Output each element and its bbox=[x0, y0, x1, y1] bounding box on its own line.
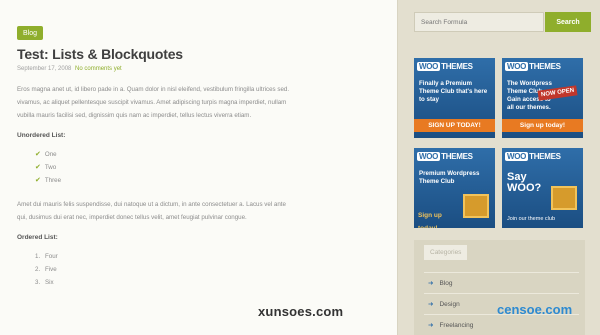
woothemes-logo: WOO THEMES bbox=[505, 152, 561, 161]
ad-text: Say WOO? bbox=[507, 171, 542, 194]
middle-paragraph: Amet dui mauris felis suspendisse, dui n… bbox=[17, 198, 383, 224]
categories-widget: Categories ➜ Blog ➜ Design ➜ Freelancing bbox=[414, 240, 585, 335]
watermark-right: censoe.com bbox=[497, 302, 573, 317]
intro-line: Eros magna anet ut, id libero pade in a.… bbox=[17, 86, 290, 93]
category-tag[interactable]: Blog bbox=[17, 26, 44, 40]
search-form: Search bbox=[414, 12, 591, 32]
list-item: 1. Four bbox=[35, 253, 58, 260]
middle-line: qui, dusimus dui erat nec, imperdiet don… bbox=[17, 214, 247, 221]
woothemes-ad-2[interactable]: WOO THEMES The Wordpress Theme Club Gain … bbox=[502, 58, 583, 138]
list-item: ✔ Two bbox=[35, 164, 57, 171]
ad-signup-link: Sign up today! bbox=[418, 212, 442, 228]
search-button[interactable]: Search bbox=[545, 12, 591, 32]
post-meta: September 17, 2008 No comments yet bbox=[17, 66, 383, 72]
woothemes-logo: WOO THEMES bbox=[417, 62, 473, 71]
list-item: ✔ One bbox=[35, 151, 57, 158]
intro-line: vubilla mauris facilisi sed, dignissim q… bbox=[17, 112, 252, 119]
watermark-left: xunsoes.com bbox=[258, 304, 344, 319]
post-title[interactable]: Test: Lists & Blockquotes bbox=[17, 46, 383, 62]
woothemes-ad-1[interactable]: WOO THEMES Finally a Premium Theme Club t… bbox=[414, 58, 495, 138]
ad-signup-bar: Sign up today! bbox=[502, 119, 583, 132]
ad-footer: Join our theme club bbox=[507, 216, 555, 222]
list-item: ✔ Three bbox=[35, 177, 62, 184]
category-item[interactable]: ➜ Blog bbox=[424, 272, 579, 293]
ad-text: Finally a Premium Theme Club that's here… bbox=[419, 80, 488, 103]
post-content: Blog Test: Lists & Blockquotes September… bbox=[0, 0, 398, 335]
package-icon bbox=[551, 186, 577, 210]
comments-link[interactable]: No comments yet bbox=[75, 66, 122, 72]
middle-line: Amet dui mauris felis suspendisse, dui n… bbox=[17, 201, 286, 208]
ad-text: Premium Wordpress Theme Club bbox=[419, 170, 480, 185]
unordered-list: ✔ One ✔ Two ✔ Three bbox=[35, 148, 383, 187]
category-item[interactable]: ➜ Freelancing bbox=[424, 314, 579, 335]
intro-paragraph: Eros magna anet ut, id libero pade in a.… bbox=[17, 83, 383, 122]
woothemes-logo: WOO THEMES bbox=[505, 62, 561, 71]
check-icon: ✔ bbox=[35, 177, 41, 184]
sidebar: Search WOOTHEMES Finally a Premium Theme… bbox=[404, 0, 600, 335]
categories-heading: Categories bbox=[424, 245, 468, 260]
ordered-list-heading: Ordered List: bbox=[17, 234, 58, 241]
intro-line: vivamus, ac aliquet pellentesque suscipi… bbox=[17, 99, 287, 106]
package-icon bbox=[463, 194, 489, 218]
check-icon: ✔ bbox=[35, 151, 41, 158]
woothemes-logo: WOO THEMES bbox=[417, 152, 473, 161]
post-date: September 17, 2008 bbox=[17, 66, 72, 72]
unordered-list-heading: Unordered List: bbox=[17, 132, 66, 139]
arrow-right-icon: ➜ bbox=[428, 280, 434, 287]
arrow-right-icon: ➜ bbox=[428, 322, 434, 329]
search-input[interactable] bbox=[414, 12, 544, 32]
check-icon: ✔ bbox=[35, 164, 41, 171]
woothemes-ad-3[interactable]: WOO THEMES Premium Wordpress Theme Club S… bbox=[414, 148, 495, 228]
list-item: 3. Six bbox=[35, 279, 54, 286]
arrow-right-icon: ➜ bbox=[428, 301, 434, 308]
list-item: 2. Five bbox=[35, 266, 57, 273]
woothemes-ad-4[interactable]: WOO THEMES Say WOO? Join our theme club bbox=[502, 148, 583, 228]
ordered-list: 1. Four 2. Five 3. Six bbox=[35, 250, 383, 289]
ad-signup-bar: SIGN UP TODAY! bbox=[414, 119, 495, 132]
